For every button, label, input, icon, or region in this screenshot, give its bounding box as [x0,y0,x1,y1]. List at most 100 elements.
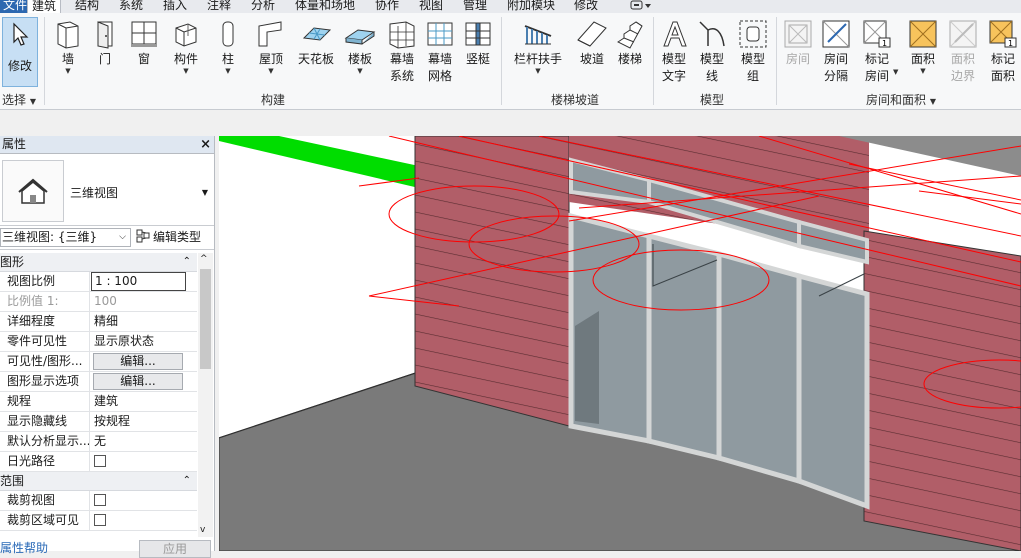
scroll-thumb[interactable] [200,269,211,369]
model-line-button[interactable]: 模型线 [695,18,729,84]
analysis-display-value[interactable]: 无 [91,432,186,451]
glass-panel[interactable] [646,232,722,462]
tab-manage[interactable]: 管理 [463,0,487,13]
properties-help-link[interactable]: 属性帮助 [0,540,48,556]
ceiling-icon [302,27,332,41]
modify-button[interactable]: 修改 [2,17,38,87]
group-build: 构建 [261,93,286,107]
group-select[interactable]: 选择 ▼ [2,93,36,109]
hidden-lines-value[interactable]: 按规程 [91,412,186,431]
floor-icon [344,29,376,45]
group-model: 模型 [700,93,725,107]
view-instance-select[interactable]: 三维视图: {三维} ⌵ [0,228,131,247]
model-group-button[interactable]: 模型组 [735,18,771,84]
tab-addins[interactable]: 附加模块 [507,0,555,13]
area-boundary-button[interactable]: 面积 边界 [946,18,980,84]
prop-row-crop-view: 裁剪视图 [0,491,197,511]
edit-type-icon [136,229,150,243]
prop-row-sun-path: 日光路径 [0,452,197,472]
ceiling-button[interactable]: 天花板 [294,18,338,67]
view-type-thumbnail [2,160,64,222]
view-scale-input[interactable]: 1 : 100 [91,272,186,291]
stair-button[interactable]: 楼梯 [612,18,648,67]
model-text-button[interactable]: 模型 文字 [657,18,691,84]
tag-area-button[interactable]: 1 标记 面积 [985,18,1021,84]
tab-architecture[interactable]: 建筑 [27,0,62,13]
floor-button[interactable]: 楼板 ▼ [344,18,376,75]
prop-row-view-scale: 视图比例 1 : 100 [0,272,197,292]
prop-row-scale-value: 比例值 1: 100 [0,292,197,312]
separator [44,17,45,105]
tab-annotate[interactable]: 注释 [207,0,231,13]
view-instance-row: 三维视图: {三维} ⌵ 编辑类型 [0,226,214,250]
room-icon [784,20,812,48]
chevron-down-icon[interactable]: ▼ [202,188,208,197]
window-button[interactable]: 窗 [126,18,162,67]
group-stairs: 楼梯坡道 [551,93,600,107]
edit-type-button[interactable]: 编辑类型 [136,229,201,246]
prop-row-visibility-graphics: 可见性/图形... 编辑... [0,352,197,372]
section-graphics[interactable]: 图形 ⌃ [0,253,197,272]
tab-insert[interactable]: 插入 [163,0,187,13]
prop-row-crop-region-visible: 裁剪区域可见 [0,511,197,531]
curtain-grid-button[interactable]: 幕墙 网格 [422,18,458,84]
type-selector[interactable]: 三维视图 ▼ [0,154,214,226]
crop-view-checkbox[interactable] [94,494,106,506]
wall-icon [57,21,79,49]
mullion-button[interactable]: 竖梃 [460,18,496,67]
wall-right-segment[interactable] [863,230,1021,551]
visibility-graphics-edit-button[interactable]: 编辑... [93,353,183,370]
curtain-system-button[interactable]: 幕墙 系统 [384,18,420,84]
ramp-button[interactable]: 坡道 [574,18,610,67]
column-button[interactable]: 柱 ▼ [212,18,244,75]
tab-modify[interactable]: 修改 [574,0,598,13]
discipline-value[interactable]: 建筑 [91,392,186,411]
tab-systems[interactable]: 系统 [119,0,143,13]
curtain-system-icon [389,21,415,49]
glass-panel[interactable] [716,250,802,485]
room-separator-button[interactable]: 房间 分隔 [819,18,853,84]
interior-shade [575,311,599,424]
chevron-down-icon: ⌵ [119,232,126,242]
close-icon[interactable]: × [200,136,211,153]
scroll-down-icon[interactable]: v [200,525,205,535]
roof-button[interactable]: 屋顶 ▼ [252,18,290,75]
tab-view[interactable]: 视图 [419,0,443,13]
railing-button[interactable]: 栏杆扶手 ▼ [512,18,564,75]
column-icon [222,21,234,47]
prop-row-detail-level: 详细程度 精细 [0,312,197,332]
room-button[interactable]: 房间 [781,18,815,67]
tab-file[interactable]: 文件 [0,0,31,13]
tab-massing-site[interactable]: 体量和场地 [295,0,355,13]
area-boundary-icon [949,20,977,48]
prop-row-analysis-display: 默认分析显示... 无 [0,432,197,452]
sun-path-checkbox[interactable] [94,455,106,467]
model-group-icon [739,20,767,48]
tab-structure[interactable]: 结构 [75,0,99,13]
component-button[interactable]: 构件 ▼ [168,18,204,75]
graphic-display-edit-button[interactable]: 编辑... [93,373,183,390]
crop-region-visible-checkbox[interactable] [94,514,106,526]
ribbon-options-icon[interactable] [630,0,652,14]
3d-viewport[interactable] [219,136,1021,551]
section-extents[interactable]: 范围 ⌃ [0,472,197,491]
type-name: 三维视图 [70,186,119,200]
door-button[interactable]: 门 [88,18,122,67]
prop-row-parts-visibility: 零件可见性 显示原状态 [0,332,197,352]
curtain-grid-icon [427,22,453,46]
tab-collaborate[interactable]: 协作 [375,0,399,13]
collapse-icon: ⌃ [182,256,191,267]
properties-scrollbar[interactable]: ^ v [198,253,213,537]
detail-level-value[interactable]: 精细 [91,312,186,331]
group-room-area[interactable]: 房间和面积 ▼ [866,93,936,109]
tag-room-button[interactable]: 1 标记 房间 ▼ [859,18,898,84]
glass-panel[interactable] [796,272,870,510]
tab-analyze[interactable]: 分析 [251,0,275,13]
3d-model-canvas[interactable] [219,136,1021,551]
apply-button[interactable]: 应用 [139,540,211,558]
scroll-up-icon[interactable]: ^ [200,254,208,264]
parts-visibility-value[interactable]: 显示原状态 [91,332,186,351]
area-button[interactable]: 面积 ▼ [906,18,940,75]
wall-button[interactable]: 墙 ▼ [50,18,86,75]
model-line-icon [699,21,725,47]
